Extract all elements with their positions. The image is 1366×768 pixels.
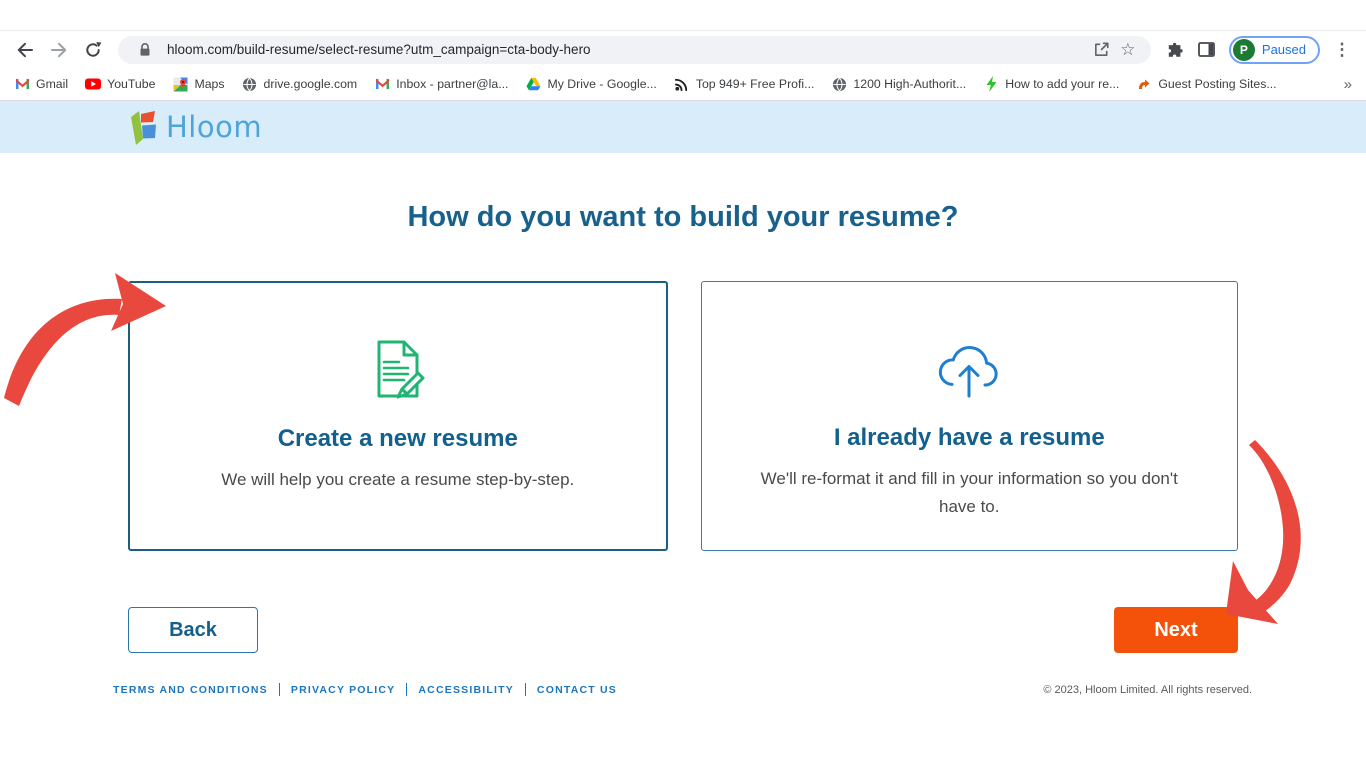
- browser-toolbar: hloom.com/build-resume/select-resume?utm…: [0, 31, 1366, 68]
- youtube-icon: [85, 76, 101, 92]
- extensions-puzzle-icon[interactable]: [1161, 36, 1189, 64]
- avatar: P: [1233, 39, 1255, 61]
- bookmarks-overflow-chevron-icon[interactable]: »: [1344, 76, 1352, 93]
- bookmark-my-drive[interactable]: My Drive - Google...: [525, 76, 656, 92]
- site-header: Hloom: [0, 101, 1366, 153]
- copyright-text: © 2023, Hloom Limited. All rights reserv…: [1043, 684, 1252, 696]
- address-bar[interactable]: hloom.com/build-resume/select-resume?utm…: [118, 36, 1151, 64]
- card-description: We'll re-format it and fill in your info…: [754, 465, 1184, 521]
- gmail-icon: [374, 76, 390, 92]
- page-title: How do you want to build your resume?: [0, 201, 1366, 234]
- bookmark-youtube[interactable]: YouTube: [85, 76, 155, 92]
- side-panel-icon[interactable]: [1193, 36, 1221, 64]
- card-title: Create a new resume: [278, 425, 518, 453]
- profile-button[interactable]: P Paused: [1229, 36, 1320, 64]
- reload-icon[interactable]: [78, 35, 108, 65]
- bookmark-guest-posting[interactable]: Guest Posting Sites...: [1136, 76, 1276, 92]
- wizard-buttons: Back Next: [128, 607, 1238, 653]
- bookmark-1200-high[interactable]: 1200 High-Authorit...: [831, 76, 966, 92]
- contact-link[interactable]: CONTACT US: [537, 684, 617, 696]
- card-create-new-resume[interactable]: Create a new resume We will help you cre…: [128, 281, 668, 551]
- cloud-upload-icon: [931, 334, 1007, 400]
- document-pencil-icon: [366, 335, 430, 401]
- footer: TERMS AND CONDITIONS PRIVACY POLICY ACCE…: [0, 683, 1366, 696]
- bookmark-top-949[interactable]: Top 949+ Free Profi...: [674, 76, 815, 92]
- brand-name: Hloom: [166, 110, 262, 144]
- url-text[interactable]: hloom.com/build-resume/select-resume?utm…: [167, 42, 1089, 57]
- globe-icon: [242, 76, 258, 92]
- card-upload-existing-resume[interactable]: I already have a resume We'll re-format …: [701, 281, 1239, 551]
- privacy-link[interactable]: PRIVACY POLICY: [291, 684, 396, 696]
- terms-link[interactable]: TERMS AND CONDITIONS: [113, 684, 268, 696]
- accessibility-link[interactable]: ACCESSIBILITY: [418, 684, 514, 696]
- next-button[interactable]: Next: [1114, 607, 1238, 653]
- orange-arrow-icon: [1136, 76, 1152, 92]
- divider: [406, 683, 407, 696]
- divider: [525, 683, 526, 696]
- lock-icon[interactable]: [132, 37, 158, 63]
- bookmark-drive-url[interactable]: drive.google.com: [242, 76, 358, 92]
- bookmark-gmail[interactable]: Gmail: [14, 76, 68, 92]
- bookmark-how-to-add[interactable]: How to add your re...: [983, 76, 1119, 92]
- card-description: We will help you create a resume step-by…: [221, 466, 574, 494]
- drive-icon: [525, 76, 541, 92]
- browser-menu-icon[interactable]: ⋮: [1328, 36, 1356, 64]
- hloom-logo[interactable]: Hloom: [128, 108, 262, 146]
- gmail-icon: [14, 76, 30, 92]
- main-content: How do you want to build your resume? Cr…: [0, 201, 1366, 696]
- share-icon[interactable]: [1089, 37, 1115, 63]
- broadcast-icon: [674, 76, 690, 92]
- forward-nav-icon[interactable]: [44, 35, 74, 65]
- card-title: I already have a resume: [834, 424, 1105, 452]
- bookmark-maps[interactable]: Maps: [172, 76, 224, 92]
- bookmark-star-icon[interactable]: ☆: [1115, 37, 1141, 63]
- resume-option-cards: Create a new resume We will help you cre…: [128, 281, 1238, 551]
- bookmark-inbox[interactable]: Inbox - partner@la...: [374, 76, 508, 92]
- back-nav-icon[interactable]: [10, 35, 40, 65]
- maps-icon: [172, 76, 188, 92]
- hloom-logo-mark: [128, 108, 162, 146]
- globe-icon: [831, 76, 847, 92]
- back-button[interactable]: Back: [128, 607, 258, 653]
- bookmarks-bar: Gmail YouTube Maps drive.google.com Inbo…: [0, 68, 1366, 101]
- browser-tab-strip: [0, 0, 1366, 31]
- divider: [279, 683, 280, 696]
- bolt-icon: [983, 76, 999, 92]
- footer-links: TERMS AND CONDITIONS PRIVACY POLICY ACCE…: [113, 683, 617, 696]
- sync-paused-badge: Paused: [1262, 42, 1306, 57]
